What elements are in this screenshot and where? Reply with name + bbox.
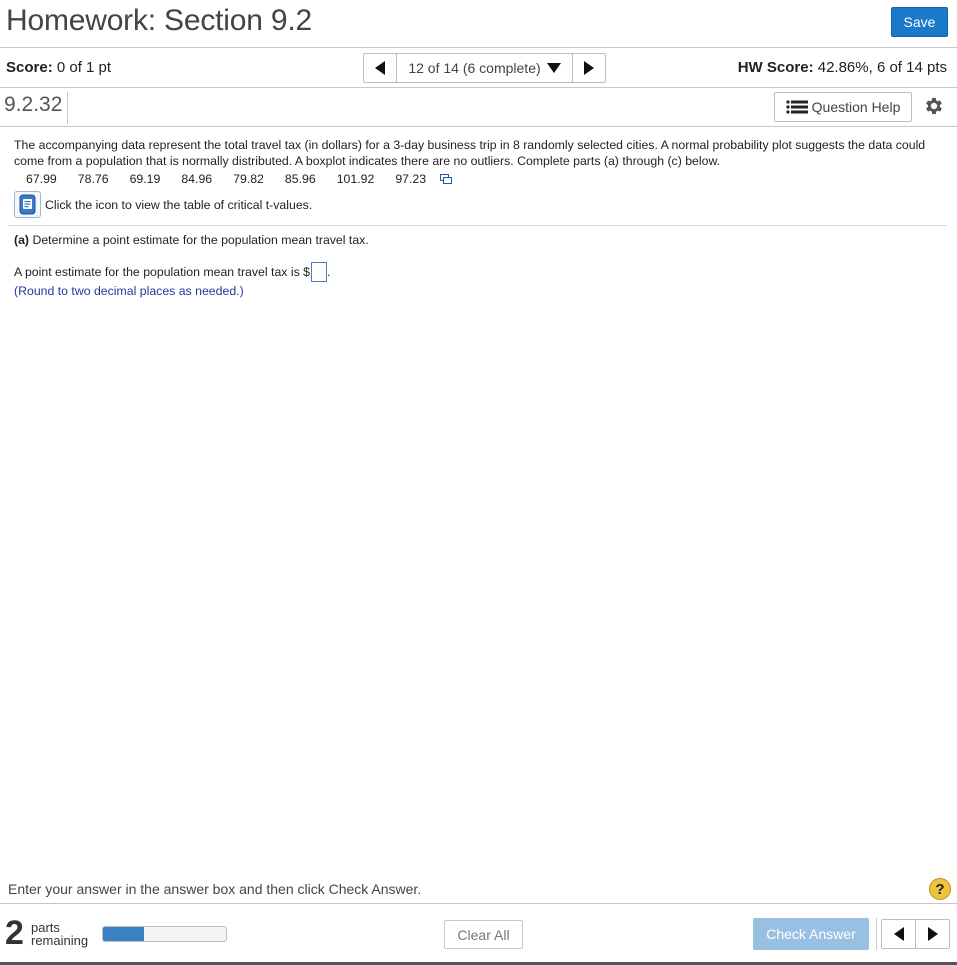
clear-all-button[interactable]: Clear All [444, 920, 523, 949]
next-part-button[interactable] [916, 920, 949, 948]
divider [0, 47, 957, 48]
previous-question-button[interactable] [364, 54, 397, 82]
answer-row: A point estimate for the population mean… [14, 262, 330, 282]
score-value: 0 of 1 pt [52, 59, 112, 76]
instructions: Enter your answer in the answer box and … [8, 881, 422, 897]
answer-input[interactable] [310, 262, 327, 282]
divider [0, 87, 957, 88]
previous-part-button[interactable] [882, 920, 916, 948]
data-value: 85.96 [284, 172, 316, 186]
question-selector[interactable]: 12 of 14 (6 complete) [397, 54, 572, 82]
hw-score-value: 42.86%, 6 of 14 pts [813, 59, 947, 76]
page-title: Homework: Section 9.2 [6, 4, 312, 37]
prev-arrow-icon [893, 927, 904, 941]
question-help-button[interactable]: Question Help [774, 92, 912, 122]
parts-remaining-count: 2 [5, 914, 24, 952]
prev-arrow-icon [375, 61, 385, 75]
answer-suffix: . [326, 265, 331, 279]
critical-values-link: Click the icon to view the table of crit… [14, 191, 312, 218]
rounding-note: (Round to two decimal places as needed.) [14, 284, 244, 298]
question-text: The accompanying data represent the tota… [14, 138, 926, 168]
save-button[interactable]: Save [891, 7, 948, 37]
question-help-label: Question Help [811, 99, 901, 115]
data-values: 67.99 78.76 69.19 84.96 79.82 85.96 101.… [26, 172, 453, 186]
hw-score: HW Score: 42.86%, 6 of 14 pts [738, 59, 947, 76]
list-icon [786, 100, 808, 114]
score: Score: 0 of 1 pt [6, 59, 111, 76]
part-a-prompt: (a) Determine a point estimate for the p… [14, 233, 369, 247]
dropdown-arrow-icon [546, 63, 561, 73]
data-value: 97.23 [395, 172, 427, 186]
data-value: 84.96 [181, 172, 213, 186]
question-navigator: 12 of 14 (6 complete) [363, 53, 606, 83]
progress-bar [102, 926, 227, 942]
score-label: Score: [6, 59, 53, 76]
separator [876, 918, 877, 950]
book-icon [19, 194, 35, 214]
progress-fill [103, 927, 144, 941]
data-value: 69.19 [129, 172, 161, 186]
data-value: 67.99 [26, 172, 57, 186]
next-arrow-icon [584, 61, 594, 75]
copy-icon[interactable] [440, 174, 453, 184]
data-value: 78.76 [77, 172, 109, 186]
part-a-text: Determine a point estimate for the popul… [29, 233, 369, 247]
data-value: 101.92 [336, 172, 375, 186]
check-answer-button[interactable]: Check Answer [753, 918, 869, 950]
divider [8, 225, 947, 226]
divider [0, 126, 957, 127]
t-table-button[interactable] [14, 191, 41, 218]
hw-score-label: HW Score: [737, 59, 814, 76]
next-question-button[interactable] [572, 54, 605, 82]
question-position: 12 of 14 (6 complete) [408, 60, 541, 76]
divider [0, 903, 957, 904]
part-navigator [881, 919, 950, 949]
question-number: 9.2.32 [4, 92, 69, 124]
t-table-text: Click the icon to view the table of crit… [45, 197, 313, 212]
help-icon[interactable]: ? [929, 878, 951, 900]
gear-icon[interactable] [923, 95, 945, 117]
next-arrow-icon [927, 927, 938, 941]
answer-prompt: A point estimate for the population mean… [14, 265, 310, 279]
data-value: 79.82 [233, 172, 264, 186]
part-a-label: (a) [14, 233, 30, 247]
parts-remaining-label: parts remaining [31, 920, 89, 948]
